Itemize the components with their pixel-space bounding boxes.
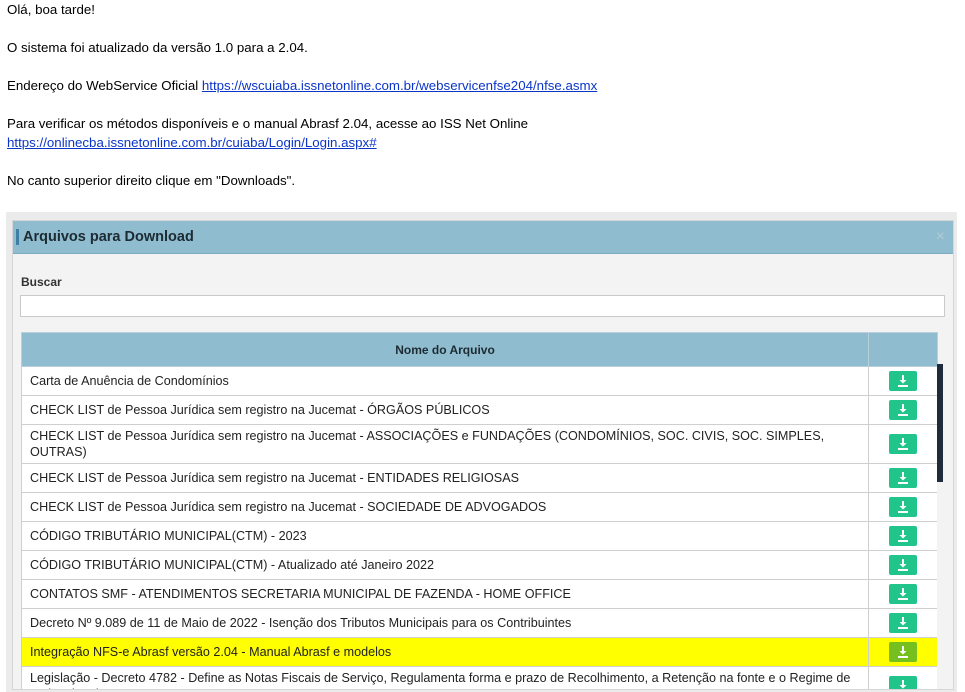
table-row: CHECK LIST de Pessoa Jurídica sem regist… — [21, 463, 938, 493]
webservice-line: Endereço do WebService Oficial https://w… — [7, 76, 597, 95]
download-icon — [898, 438, 908, 450]
table-row: CÓDIGO TRIBUTÁRIO MUNICIPAL(CTM) - Atual… — [21, 550, 938, 580]
manual-text: Para verificar os métodos disponíveis e … — [7, 116, 529, 131]
download-icon — [898, 617, 908, 629]
file-table-wrapper: Nome do Arquivo Carta de Anuência de Con… — [21, 332, 939, 689]
table-row: CHECK LIST de Pessoa Jurídica sem regist… — [21, 395, 938, 425]
file-name-cell: CHECK LIST de Pessoa Jurídica sem regist… — [21, 492, 869, 522]
dialog-header: Arquivos para Download × — [13, 221, 953, 254]
column-header-filename[interactable]: Nome do Arquivo — [21, 332, 869, 367]
email-body: Olá, boa tarde! O sistema foi atualizado… — [7, 0, 597, 190]
download-icon — [898, 559, 908, 571]
file-name-cell: CONTATOS SMF - ATENDIMENTOS SECRETARIA M… — [21, 579, 869, 609]
file-name-cell: Legislação - Decreto 4782 - Define as No… — [21, 666, 869, 689]
download-cell — [868, 424, 938, 464]
download-icon — [898, 501, 908, 513]
screenshot-frame: Arquivos para Download × Buscar Nome do … — [6, 212, 957, 692]
file-rows: Carta de Anuência de Condomínios CHECK LI… — [21, 366, 938, 689]
file-name-cell: Carta de Anuência de Condomínios — [21, 366, 869, 396]
dialog-title: Arquivos para Download — [23, 229, 194, 245]
download-icon — [898, 472, 908, 484]
table-header-row: Nome do Arquivo — [21, 332, 938, 367]
download-button[interactable] — [889, 497, 917, 517]
download-cell — [868, 550, 938, 580]
download-cell — [868, 366, 938, 396]
update-text: O sistema foi atualizado da versão 1.0 p… — [7, 40, 308, 55]
table-row: CHECK LIST de Pessoa Jurídica sem regist… — [21, 492, 938, 522]
header-accent — [16, 229, 19, 245]
download-icon — [898, 530, 908, 542]
downloads-hint: No canto superior direito clique em "Dow… — [7, 173, 296, 188]
table-row: Legislação - Decreto 4782 - Define as No… — [21, 666, 938, 689]
download-button[interactable] — [889, 468, 917, 488]
file-name-cell: CHECK LIST de Pessoa Jurídica sem regist… — [21, 424, 869, 464]
download-icon — [898, 375, 908, 387]
search-input[interactable] — [20, 295, 945, 317]
download-cell — [868, 521, 938, 551]
webservice-link[interactable]: https://wscuiaba.issnetonline.com.br/web… — [202, 78, 597, 93]
file-name-cell: CÓDIGO TRIBUTÁRIO MUNICIPAL(CTM) - 2023 — [21, 521, 869, 551]
table-row: Carta de Anuência de Condomínios — [21, 366, 938, 396]
download-button[interactable] — [889, 400, 917, 420]
download-cell — [868, 492, 938, 522]
table-row: CÓDIGO TRIBUTÁRIO MUNICIPAL(CTM) - 2023 — [21, 521, 938, 551]
login-link[interactable]: https://onlinecba.issnetonline.com.br/cu… — [7, 135, 377, 150]
download-cell — [868, 463, 938, 493]
file-name-cell: CHECK LIST de Pessoa Jurídica sem regist… — [21, 463, 869, 493]
file-name-cell: Decreto Nº 9.089 de 11 de Maio de 2022 -… — [21, 608, 869, 638]
download-button[interactable] — [889, 555, 917, 575]
table-row: Decreto Nº 9.089 de 11 de Maio de 2022 -… — [21, 608, 938, 638]
download-dialog: Arquivos para Download × Buscar Nome do … — [12, 220, 954, 690]
table-row: Integração NFS-e Abrasf versão 2.04 - Ma… — [21, 637, 938, 667]
column-header-download — [868, 332, 938, 367]
download-cell — [868, 608, 938, 638]
download-button[interactable] — [889, 584, 917, 604]
webservice-prefix: Endereço do WebService Oficial — [7, 78, 202, 93]
login-line: https://onlinecba.issnetonline.com.br/cu… — [7, 133, 597, 152]
file-name-cell: CHECK LIST de Pessoa Jurídica sem regist… — [21, 395, 869, 425]
file-name-cell: Integração NFS-e Abrasf versão 2.04 - Ma… — [21, 637, 869, 667]
download-icon — [898, 588, 908, 600]
download-button[interactable] — [889, 676, 917, 689]
download-cell — [868, 579, 938, 609]
scrollbar-thumb[interactable] — [937, 364, 943, 482]
file-name-cell: CÓDIGO TRIBUTÁRIO MUNICIPAL(CTM) - Atual… — [21, 550, 869, 580]
download-button[interactable] — [889, 613, 917, 633]
download-cell — [868, 395, 938, 425]
table-row: CONTATOS SMF - ATENDIMENTOS SECRETARIA M… — [21, 579, 938, 609]
download-cell — [868, 666, 938, 689]
download-icon — [898, 404, 908, 416]
greeting-text: Olá, boa tarde! — [7, 2, 95, 17]
download-button[interactable] — [889, 526, 917, 546]
download-cell — [868, 637, 938, 667]
download-button[interactable] — [889, 371, 917, 391]
download-button[interactable] — [889, 642, 917, 662]
table-row: CHECK LIST de Pessoa Jurídica sem regist… — [21, 424, 938, 464]
scrollbar[interactable] — [937, 364, 943, 689]
download-icon — [899, 680, 907, 689]
file-table: Nome do Arquivo Carta de Anuência de Con… — [21, 332, 938, 689]
download-icon — [898, 646, 908, 658]
download-button[interactable] — [889, 434, 917, 454]
close-icon[interactable]: × — [936, 228, 945, 246]
search-label: Buscar — [21, 275, 62, 289]
